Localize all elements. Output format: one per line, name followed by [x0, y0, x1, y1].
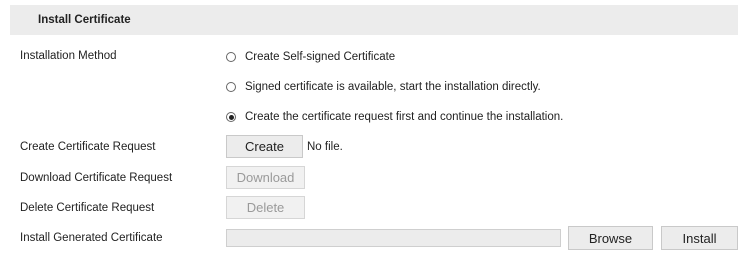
section-header: Install Certificate	[10, 5, 738, 35]
radio-create-request[interactable]: Create the certificate request first and…	[226, 110, 563, 124]
download-button[interactable]: Download	[226, 166, 305, 189]
create-button[interactable]: Create	[226, 135, 303, 158]
certificate-path-field[interactable]	[226, 229, 561, 247]
radio-label-create-request: Create the certificate request first and…	[245, 111, 564, 123]
radio-button[interactable]	[226, 82, 236, 92]
radio-self-signed[interactable]: Create Self-signed Certificate	[226, 50, 395, 64]
install-button[interactable]: Install	[661, 226, 738, 250]
install-generated-label: Install Generated Certificate	[20, 232, 163, 244]
radio-button-selected[interactable]	[226, 112, 236, 122]
delete-request-label: Delete Certificate Request	[20, 202, 155, 214]
radio-button[interactable]	[226, 52, 236, 62]
installation-method-label: Installation Method	[20, 50, 117, 62]
file-status: No file.	[307, 141, 343, 153]
create-request-label: Create Certificate Request	[20, 141, 156, 153]
radio-label-self-signed: Create Self-signed Certificate	[245, 51, 396, 63]
download-request-label: Download Certificate Request	[20, 172, 173, 184]
radio-label-signed-available: Signed certificate is available, start t…	[245, 81, 541, 93]
delete-button[interactable]: Delete	[226, 196, 305, 219]
browse-button[interactable]: Browse	[568, 226, 653, 250]
radio-signed-available[interactable]: Signed certificate is available, start t…	[226, 80, 541, 94]
section-title: Install Certificate	[38, 14, 131, 26]
